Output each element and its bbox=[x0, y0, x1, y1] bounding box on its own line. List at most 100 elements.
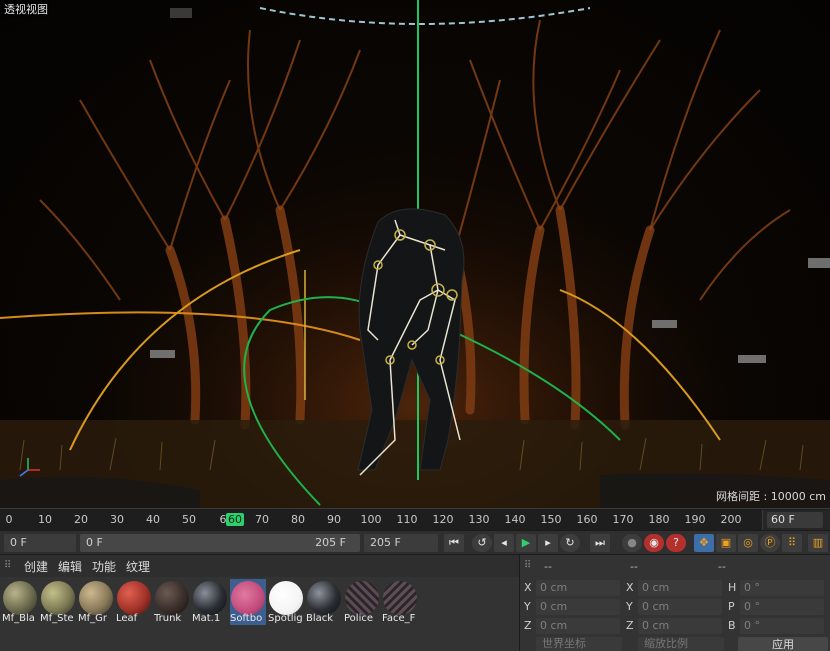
rot-h-field[interactable]: 0 ° bbox=[740, 580, 824, 596]
size-y-field[interactable]: 0 cm bbox=[638, 599, 722, 615]
pos-z-field[interactable]: 0 cm bbox=[536, 618, 620, 634]
tick-90: 90 bbox=[327, 513, 341, 526]
grid-spacing-label: 网格间距 : 10000 cm bbox=[716, 490, 826, 503]
tick-130: 130 bbox=[468, 513, 490, 526]
playhead-marker[interactable]: 60 bbox=[226, 513, 244, 526]
preview-range-slider[interactable]: 0 F 205 F bbox=[80, 534, 360, 552]
coordinates-manager: ⠿ -- -- -- X 0 cm X 0 cm H 0 ° Y 0 cm Y … bbox=[520, 554, 830, 651]
menu-edit[interactable]: 编辑 bbox=[58, 558, 82, 575]
current-frame-field[interactable]: 60 F bbox=[767, 512, 823, 528]
size-x-field[interactable]: 0 cm bbox=[638, 580, 722, 596]
material-name: Black bbox=[306, 613, 334, 624]
material-menu-bar: ⠿ 创建 编辑 功能 纹理 bbox=[0, 555, 519, 577]
viewport-title[interactable]: 透视视图 bbox=[2, 1, 50, 17]
pos-y-label: Y bbox=[524, 600, 531, 613]
menu-create[interactable]: 创建 bbox=[24, 558, 48, 575]
pos-x-label: X bbox=[524, 581, 532, 594]
go-to-start-button[interactable]: ⏮ bbox=[444, 534, 464, 552]
tick-30: 30 bbox=[110, 513, 124, 526]
tick-70: 70 bbox=[255, 513, 269, 526]
rot-p-field[interactable]: 0 ° bbox=[740, 599, 824, 615]
material-item[interactable]: Spotlig bbox=[268, 579, 304, 625]
previous-key-button[interactable]: ◂ bbox=[494, 534, 514, 552]
material-item-selected[interactable]: Softbo bbox=[230, 579, 266, 625]
timeline-icon[interactable]: ▥ bbox=[808, 534, 828, 552]
move-tool-icon[interactable]: ✥ bbox=[694, 534, 714, 552]
timeline-ruler[interactable]: 0 10 20 30 40 50 6 60 70 80 90 100 110 1… bbox=[0, 508, 830, 530]
material-item[interactable]: Police bbox=[344, 579, 380, 625]
tick-10: 10 bbox=[38, 513, 52, 526]
coord-row-x: X 0 cm X 0 cm H 0 ° bbox=[520, 579, 830, 597]
grip-icon[interactable]: ⠿ bbox=[524, 561, 534, 571]
material-preview bbox=[193, 581, 227, 615]
size-z-label: Z bbox=[626, 619, 634, 632]
menu-texture[interactable]: 纹理 bbox=[126, 558, 150, 575]
rot-p-label: P bbox=[728, 600, 735, 613]
rotate-tool-icon[interactable]: ◎ bbox=[738, 534, 758, 552]
help-icon[interactable]: ? bbox=[666, 534, 686, 552]
size-header: -- bbox=[629, 559, 638, 573]
material-item[interactable]: Trunk bbox=[154, 579, 190, 625]
menu-function[interactable]: 功能 bbox=[92, 558, 116, 575]
play-button[interactable]: ▶ bbox=[516, 534, 536, 552]
material-preview bbox=[231, 581, 265, 615]
next-key-button[interactable]: ▸ bbox=[538, 534, 558, 552]
material-preview bbox=[117, 581, 151, 615]
grid-tool-icon[interactable]: ⠿ bbox=[782, 534, 802, 552]
grip-icon[interactable]: ⠿ bbox=[4, 561, 14, 571]
material-preview bbox=[155, 581, 189, 615]
autokey-icon[interactable]: ● bbox=[622, 534, 642, 552]
go-to-end-button[interactable]: ⏭ bbox=[590, 534, 610, 552]
material-item[interactable]: Black bbox=[306, 579, 342, 625]
rot-b-field[interactable]: 0 ° bbox=[740, 618, 824, 634]
cinema4d-window: 透视视图 网格间距 : 10000 cm 0 10 20 30 40 50 6 … bbox=[0, 0, 830, 651]
material-name: Trunk bbox=[154, 613, 182, 624]
start-frame-field[interactable]: 0 F bbox=[4, 534, 76, 552]
material-name: Police bbox=[344, 613, 373, 624]
tick-20: 20 bbox=[74, 513, 88, 526]
material-preview bbox=[383, 581, 417, 615]
material-preview bbox=[307, 581, 341, 615]
size-z-field[interactable]: 0 cm bbox=[638, 618, 722, 634]
loop-button[interactable]: ↻ bbox=[560, 534, 580, 552]
end-frame-field[interactable]: 205 F bbox=[364, 534, 438, 552]
range-start-label: 0 F bbox=[86, 536, 103, 549]
pos-x-field[interactable]: 0 cm bbox=[536, 580, 620, 596]
tick-140: 140 bbox=[504, 513, 526, 526]
tick-170: 170 bbox=[612, 513, 634, 526]
size-y-label: Y bbox=[626, 600, 633, 613]
material-preview bbox=[3, 581, 37, 615]
pos-y-field[interactable]: 0 cm bbox=[536, 599, 620, 615]
scale-mode-dropdown[interactable]: 缩放比例 bbox=[638, 637, 724, 651]
material-name: Mat.1 bbox=[192, 613, 221, 624]
material-manager: ⠿ 创建 编辑 功能 纹理 Mf_Bla Mf_Ste Mf_Gr Leaf T… bbox=[0, 554, 520, 651]
tick-80: 80 bbox=[291, 513, 305, 526]
transport-bar: 0 F 0 F 205 F 205 F ⏮ ↺ ◂ ▶ ▸ ↻ ⏭ ● ◉ ? … bbox=[0, 530, 830, 554]
material-item[interactable]: Leaf bbox=[116, 579, 152, 625]
material-item[interactable]: Mf_Bla bbox=[2, 579, 38, 625]
scale-tool-icon[interactable]: ▣ bbox=[716, 534, 736, 552]
size-x-label: X bbox=[626, 581, 634, 594]
material-name: Softbo bbox=[230, 613, 263, 624]
tick-120: 120 bbox=[432, 513, 454, 526]
coord-row-y: Y 0 cm Y 0 cm P 0 ° bbox=[520, 598, 830, 616]
material-item[interactable]: Face_F bbox=[382, 579, 418, 625]
tick-200: 200 bbox=[720, 513, 742, 526]
material-name: Mf_Bla bbox=[2, 613, 35, 624]
tick-160: 160 bbox=[576, 513, 598, 526]
material-item[interactable]: Mf_Ste bbox=[40, 579, 76, 625]
tick-180: 180 bbox=[648, 513, 670, 526]
record-keyframe-icon[interactable]: ◉ bbox=[644, 534, 664, 552]
material-item[interactable]: Mf_Gr bbox=[78, 579, 114, 625]
scene-render bbox=[0, 0, 830, 508]
apply-button[interactable]: 应用 bbox=[738, 637, 828, 651]
param-tool-icon[interactable]: Ⓟ bbox=[760, 534, 780, 552]
coordinates-header: ⠿ -- -- -- bbox=[520, 555, 830, 577]
material-item[interactable]: Mat.1 bbox=[192, 579, 228, 625]
material-name: Face_F bbox=[382, 613, 416, 624]
coordinate-space-dropdown[interactable]: 世界坐标 bbox=[536, 637, 622, 651]
record-button[interactable]: ↺ bbox=[472, 534, 492, 552]
perspective-viewport[interactable]: 透视视图 网格间距 : 10000 cm bbox=[0, 0, 830, 508]
rot-b-label: B bbox=[728, 619, 736, 632]
range-end-label: 205 F bbox=[315, 536, 346, 549]
